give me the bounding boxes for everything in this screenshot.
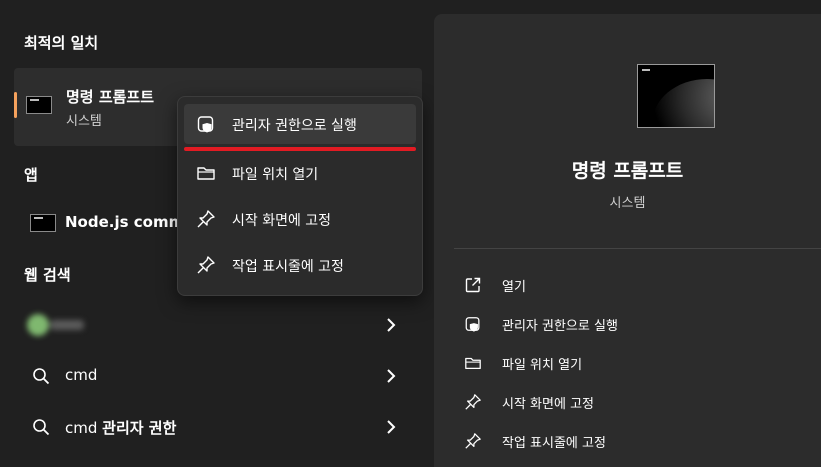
web-search-heading: 웹 검색 — [24, 266, 71, 284]
open-external-icon — [465, 277, 481, 293]
web-search-label: cmd — [65, 366, 98, 384]
menu-item-label: 시작 화면에 고정 — [232, 213, 332, 229]
menu-item-label: 작업 표시줄에 고정 — [232, 259, 344, 275]
pin-icon — [197, 210, 215, 228]
chevron-right-icon — [387, 369, 396, 383]
pin-icon — [465, 433, 481, 449]
action-label: 관리자 권한으로 실행 — [502, 319, 618, 334]
action-label: 열기 — [502, 280, 526, 295]
action-pin-to-start[interactable]: 시작 화면에 고정 — [464, 387, 804, 417]
web-search-label: cmd 관리자 권한 — [65, 419, 177, 437]
action-open[interactable]: 열기 — [464, 270, 804, 300]
context-menu: 관리자 권한으로 실행 파일 위치 열기 시작 화면에 고정 작업 표시줄에 고… — [177, 96, 423, 296]
pin-icon — [197, 256, 215, 274]
details-app-type: 시스템 — [609, 196, 646, 211]
app-item-label: Node.js comm — [65, 213, 185, 231]
menu-item-label: 파일 위치 열기 — [232, 167, 319, 183]
folder-icon — [465, 357, 481, 370]
blurred-search-icon — [27, 314, 84, 336]
web-search-item-blurred[interactable] — [14, 302, 414, 348]
web-search-item-cmd[interactable]: cmd — [14, 353, 414, 399]
command-prompt-large-icon — [637, 64, 715, 128]
shield-icon — [465, 317, 480, 332]
action-run-as-admin[interactable]: 관리자 권한으로 실행 — [464, 309, 804, 339]
nodejs-command-prompt-icon — [30, 214, 56, 232]
action-pin-to-taskbar[interactable]: 작업 표시줄에 고정 — [464, 426, 804, 456]
best-match-heading: 최적의 일치 — [24, 34, 99, 52]
action-open-file-location[interactable]: 파일 위치 열기 — [464, 348, 804, 378]
search-icon — [33, 419, 50, 436]
chevron-right-icon — [387, 318, 396, 332]
menu-item-run-as-admin[interactable]: 관리자 권한으로 실행 — [184, 104, 416, 144]
action-label: 파일 위치 열기 — [502, 358, 583, 373]
action-label: 작업 표시줄에 고정 — [502, 436, 606, 451]
best-match-type: 시스템 — [66, 114, 102, 129]
details-pane: 명령 프롬프트 시스템 열기 관리자 권한으로 실행 파일 위치 열기 시작 화… — [434, 14, 821, 467]
highlight-underline — [184, 147, 416, 151]
menu-item-pin-to-start[interactable]: 시작 화면에 고정 — [184, 199, 416, 239]
web-search-item-cmd-admin[interactable]: cmd 관리자 권한 — [14, 404, 414, 450]
pin-icon — [465, 394, 481, 410]
menu-item-open-file-location[interactable]: 파일 위치 열기 — [184, 153, 416, 193]
selection-accent — [14, 92, 17, 118]
folder-icon — [197, 167, 215, 180]
menu-item-label: 관리자 권한으로 실행 — [232, 118, 357, 134]
apps-heading: 앱 — [24, 166, 38, 184]
menu-item-pin-to-taskbar[interactable]: 작업 표시줄에 고정 — [184, 245, 416, 285]
divider — [454, 248, 821, 249]
best-match-name: 명령 프롬프트 — [66, 88, 155, 106]
action-label: 시작 화면에 고정 — [502, 397, 594, 412]
search-icon — [33, 368, 50, 385]
chevron-right-icon — [387, 420, 396, 434]
details-app-name: 명령 프롬프트 — [571, 160, 684, 182]
shield-icon — [197, 116, 214, 133]
app-item-nodejs[interactable]: Node.js comm — [14, 202, 184, 242]
command-prompt-icon — [26, 96, 52, 114]
